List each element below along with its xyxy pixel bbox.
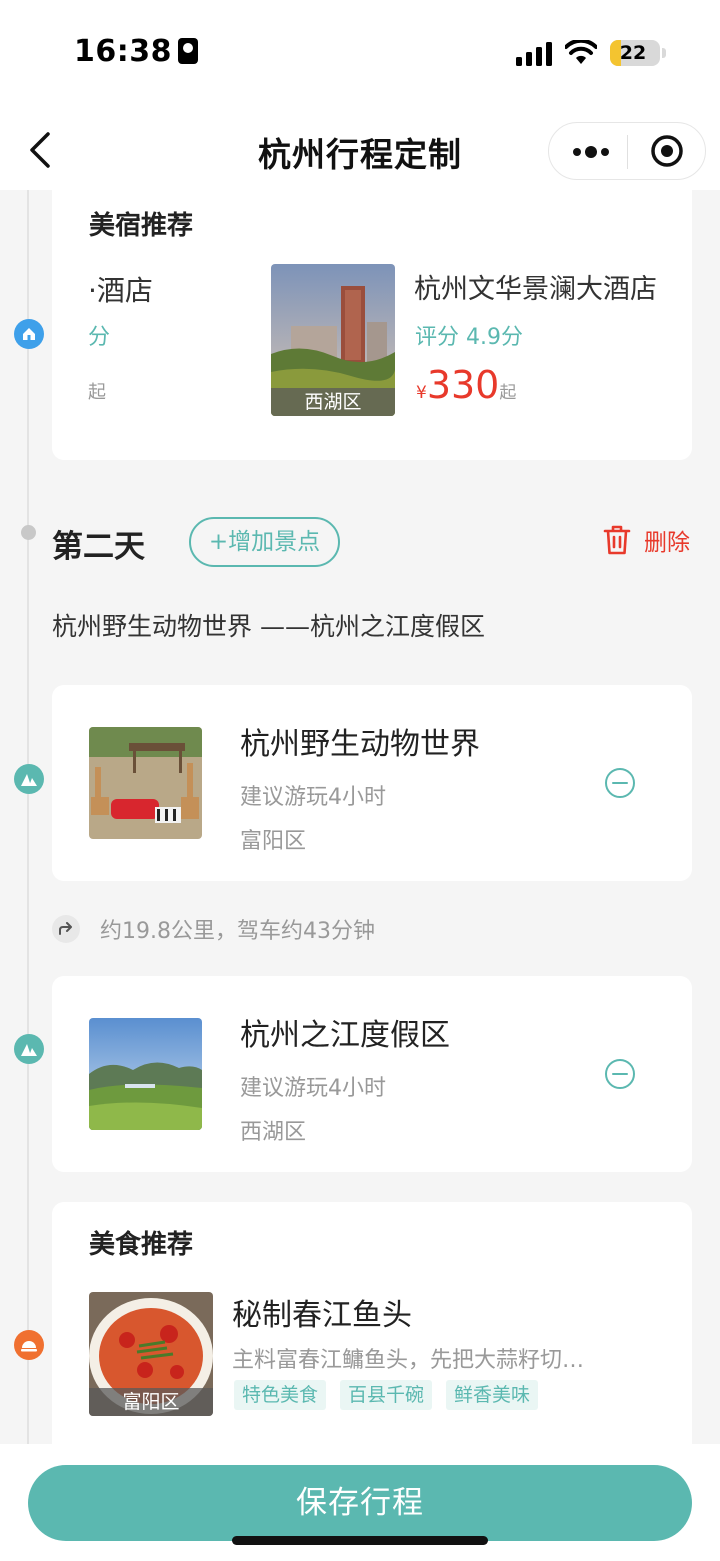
top-bar: 16:38 22 杭州行程定制 (0, 0, 720, 190)
drive-info: 约19.8公里，驾车约43分钟 (52, 912, 375, 946)
food-marker-icon (14, 1330, 44, 1360)
prev-hotel-score: 分 (88, 325, 111, 350)
prev-hotel-price: 起 (88, 382, 106, 403)
capsule-divider (627, 135, 628, 169)
price-value: 330 (426, 363, 500, 407)
hotel-price: ¥330起 (416, 363, 516, 407)
spot-card[interactable]: 杭州野生动物世界 建议游玩4小时 富阳区 (52, 685, 692, 881)
hotel-marker-icon (14, 319, 44, 349)
food-section-title: 美食推荐 (89, 1230, 194, 1260)
hotel-image[interactable]: 西湖区 (271, 264, 395, 416)
hotel-section-title: 美宿推荐 (89, 211, 194, 241)
delete-day-button[interactable]: 删除 (602, 522, 690, 558)
more-icon[interactable] (571, 139, 611, 165)
food-name[interactable]: 秘制春江鱼头 (232, 1290, 412, 1334)
food-area-tag: 富阳区 (89, 1388, 213, 1416)
food-tag: 百县千碗 (340, 1380, 433, 1410)
price-suffix: 起 (499, 383, 517, 403)
trash-icon (603, 525, 631, 555)
spot-name[interactable]: 杭州之江度假区 (240, 1010, 450, 1054)
spot-district: 西湖区 (240, 1120, 307, 1145)
food-tag: 特色美食 (234, 1380, 327, 1410)
cellular-signal-icon (516, 42, 552, 66)
spot-image[interactable] (89, 1018, 202, 1130)
price-currency: ¥ (416, 383, 427, 403)
hotel-recommend-card: 美宿推荐 ·酒店 分 起 西湖区 杭州文华景澜大酒店 评分 4.9分 ¥330起 (52, 185, 692, 460)
route-arrow-icon (52, 915, 80, 943)
drive-text: 约19.8公里，驾车约43分钟 (100, 919, 375, 944)
scenic-marker-icon (14, 764, 44, 794)
hotel-name[interactable]: 杭州文华景澜大酒店 (414, 267, 657, 306)
spot-image[interactable] (89, 727, 202, 839)
delete-label: 删除 (644, 530, 690, 556)
day-title: 第二天 (52, 529, 145, 565)
food-desc: 主料富春江鳙鱼头，先把大蒜籽切… (232, 1348, 585, 1373)
prev-hotel-name[interactable]: ·酒店 (88, 269, 153, 309)
spot-district: 富阳区 (240, 829, 307, 854)
home-indicator[interactable] (232, 1536, 488, 1545)
hotel-score: 评分 4.9分 (415, 325, 523, 350)
day-route: 杭州野生动物世界 ——杭州之江度假区 (52, 612, 485, 641)
food-recommend-card: 美食推荐 富阳区 秘制春江鱼头 主料富春江鳙鱼头，先把大蒜籽切… 特色美食 百县… (52, 1202, 692, 1462)
save-itinerary-button[interactable]: 保存行程 (28, 1465, 692, 1541)
spot-card[interactable]: 杭州之江度假区 建议游玩4小时 西湖区 (52, 976, 692, 1172)
wifi-icon (565, 40, 597, 64)
remove-spot-icon[interactable] (604, 1058, 636, 1090)
food-image[interactable]: 富阳区 (89, 1292, 213, 1416)
spot-duration: 建议游玩4小时 (240, 1076, 386, 1101)
status-time: 16:38 (74, 34, 198, 69)
remove-spot-icon[interactable] (604, 767, 636, 799)
miniprogram-capsule (548, 122, 706, 180)
battery-tip (662, 48, 666, 58)
spot-name[interactable]: 杭州野生动物世界 (240, 719, 480, 763)
spot-duration: 建议游玩4小时 (240, 785, 386, 810)
food-tag: 鲜香美味 (446, 1380, 539, 1410)
food-tags: 特色美食 百县千碗 鲜香美味 (234, 1380, 552, 1410)
close-miniprogram-icon[interactable] (649, 133, 685, 169)
carousel-clip (52, 255, 88, 405)
scenic-marker-icon (14, 1034, 44, 1064)
contact-card-icon (178, 38, 198, 64)
day-marker-dot (21, 525, 36, 540)
bottom-bar: 保存行程 (0, 1444, 720, 1561)
add-spot-button[interactable]: +增加景点 (189, 517, 340, 567)
battery-text: 22 (619, 42, 647, 64)
battery-icon: 22 (610, 40, 660, 66)
timeline-line (27, 190, 29, 1450)
hotel-area-tag: 西湖区 (271, 388, 395, 416)
